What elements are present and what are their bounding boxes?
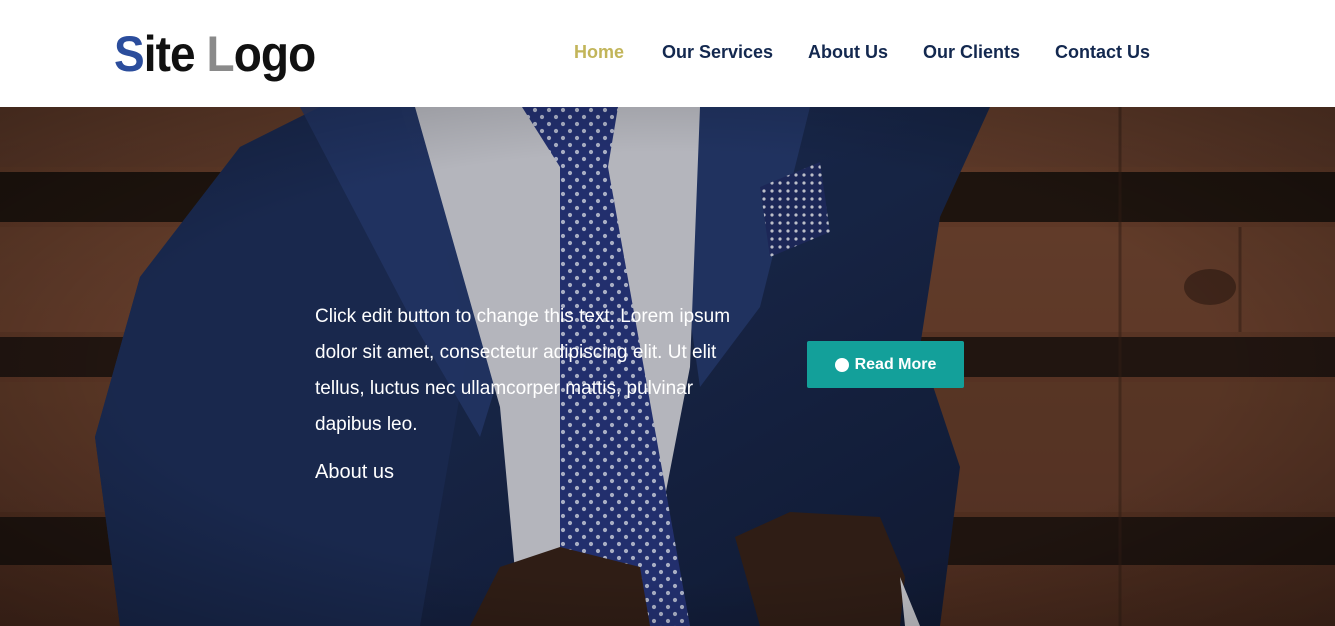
nav-contact-us[interactable]: Contact Us — [1055, 42, 1150, 63]
nav-our-services[interactable]: Our Services — [662, 42, 773, 63]
nav-about-us[interactable]: About Us — [808, 42, 888, 63]
about-us-text: About us — [315, 461, 394, 483]
main-nav: Home Our Services About Us Our Clients C… — [0, 42, 1335, 66]
read-more-button[interactable]: Read More — [807, 341, 964, 388]
hero-paragraph: Click edit button to change this text. L… — [315, 306, 731, 435]
nav-our-clients[interactable]: Our Clients — [923, 42, 1020, 63]
nav-home[interactable]: Home — [574, 42, 624, 63]
chevron-down-circle-icon — [808, 343, 849, 372]
site-header: Site Logo Home Our Services About Us Our… — [0, 0, 1335, 107]
hero-section: Click edit button to change this text. L… — [0, 107, 1335, 626]
read-more-label: Read More — [854, 355, 937, 373]
